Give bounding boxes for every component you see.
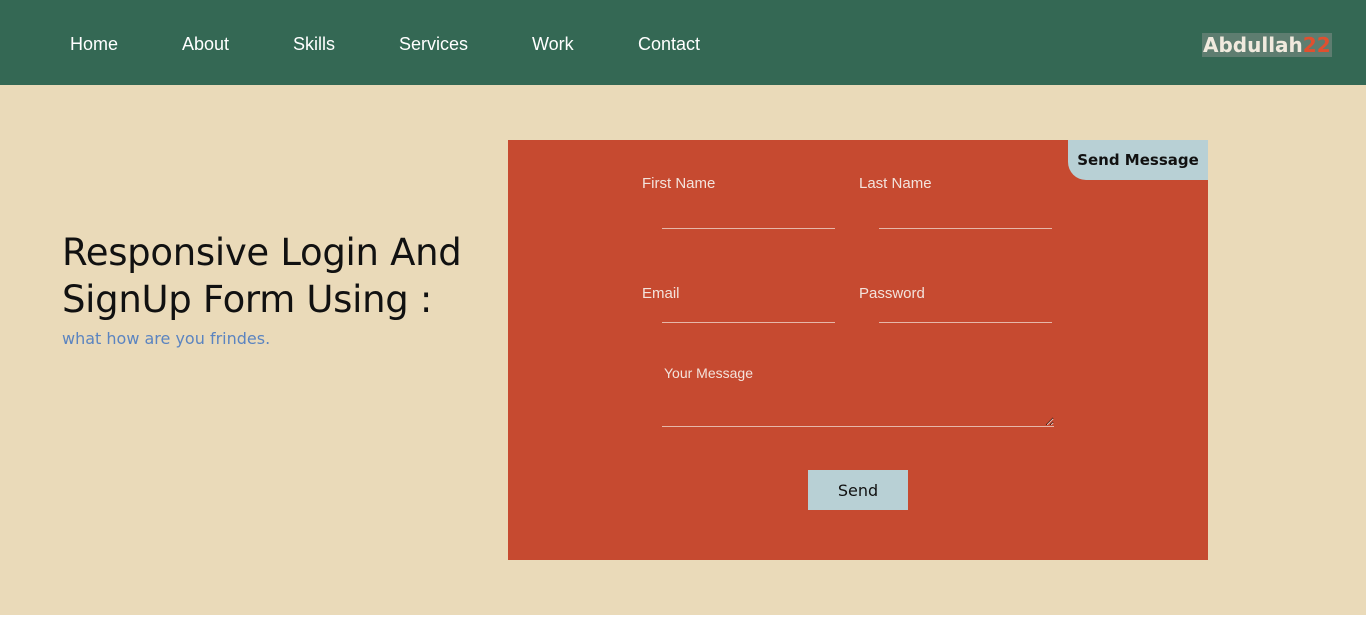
password-input[interactable] — [879, 304, 1052, 323]
main-section: Responsive Login And SignUp Form Using :… — [0, 85, 1366, 615]
last-name-input[interactable] — [879, 206, 1052, 229]
nav-link-home[interactable]: Home — [70, 33, 118, 55]
password-label: Password — [859, 285, 925, 302]
last-name-label: Last Name — [859, 175, 932, 192]
nav-link-services[interactable]: Services — [399, 33, 468, 55]
hero-title: Responsive Login And SignUp Form Using : — [62, 231, 462, 321]
hero-subtitle: what how are you frindes. — [62, 329, 271, 348]
contact-form: Send Message First Name Last Name Email … — [508, 140, 1208, 560]
logo-number: 22 — [1302, 33, 1331, 57]
nav-link-skills[interactable]: Skills — [293, 33, 335, 55]
send-message-tab[interactable]: Send Message — [1068, 140, 1208, 180]
nav-link-work[interactable]: Work — [532, 33, 574, 55]
nav-link-about[interactable]: About — [182, 33, 229, 55]
first-name-label: First Name — [642, 175, 716, 192]
email-label: Email — [642, 285, 680, 302]
first-name-input[interactable] — [662, 206, 835, 229]
logo-text: Abdullah — [1203, 33, 1303, 57]
send-button[interactable]: Send — [808, 470, 908, 510]
site-logo[interactable]: Abdullah22 — [1202, 33, 1332, 57]
message-textarea[interactable] — [662, 384, 1054, 427]
top-navbar: Home About Skills Services Work Contact … — [0, 0, 1366, 85]
email-input[interactable] — [662, 304, 835, 323]
message-label: Your Message — [664, 365, 753, 381]
nav-link-contact[interactable]: Contact — [638, 33, 700, 55]
